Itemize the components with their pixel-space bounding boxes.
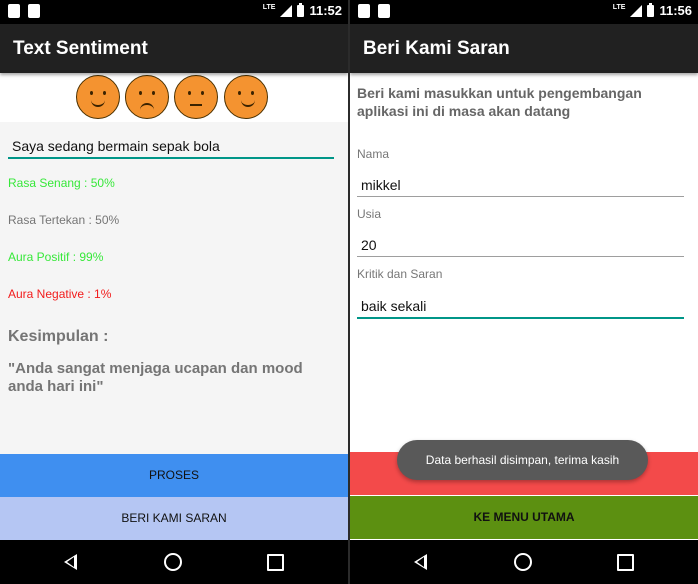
home-icon[interactable]: [514, 553, 532, 571]
suggest-button[interactable]: BERI KAMI SARAN: [0, 497, 348, 540]
nav-bar: [350, 540, 698, 584]
main-menu-button[interactable]: KE MENU UTAMA: [350, 496, 698, 539]
age-label: Usia: [357, 207, 382, 221]
emoji-row: [0, 73, 348, 122]
metric-aura-negative: Aura Negative : 1%: [8, 287, 112, 301]
nav-bar: [0, 540, 348, 584]
signal-icon: [630, 4, 643, 17]
name-label: Nama: [357, 147, 390, 161]
battery-icon: [297, 2, 305, 17]
conclusion-heading: Kesimpulan :: [8, 328, 109, 345]
network-type: LTE: [612, 4, 626, 11]
toast-message: Data berhasil disimpan, terima kasih: [397, 440, 648, 480]
home-icon[interactable]: [164, 553, 182, 571]
status-bar: LTE 11:52: [0, 0, 348, 24]
sad-face-icon: [125, 75, 169, 119]
network-type: LTE: [262, 4, 276, 11]
saran-screen: LTE 11:56 Beri Kami Saran Beri kami masu…: [350, 0, 698, 584]
signal-icon: [280, 4, 293, 17]
app-bar-title: Text Sentiment: [0, 24, 348, 73]
status-bar: LTE 11:56: [350, 0, 698, 24]
age-field[interactable]: [357, 233, 684, 257]
app-bar-title: Beri Kami Saran: [350, 24, 698, 73]
android-notification-icon: [378, 4, 390, 18]
clock: 11:52: [309, 3, 342, 18]
wink-face-icon: [224, 75, 268, 119]
neutral-face-icon: [174, 75, 218, 119]
recent-apps-icon[interactable]: [617, 554, 634, 571]
form-subtitle: Beri kami masukkan untuk pengembangan ap…: [357, 85, 642, 119]
process-button[interactable]: PROSES: [0, 454, 348, 497]
android-notification-icon: [28, 4, 40, 18]
metric-aura-positif: Aura Positif : 99%: [8, 250, 104, 264]
conclusion-text: "Anda sangat menjaga ucapan dan mood and…: [8, 360, 303, 395]
critique-label: Kritik dan Saran: [357, 267, 443, 281]
name-field[interactable]: [357, 173, 684, 197]
sentence-input[interactable]: [8, 135, 334, 159]
sentiment-screen: LTE 11:52 Text Sentiment Rasa Senang : 5…: [0, 0, 348, 584]
clock: 11:56: [659, 3, 692, 18]
happy-face-icon: [76, 75, 120, 119]
back-icon[interactable]: [64, 554, 77, 570]
sd-card-icon: [358, 4, 370, 18]
battery-icon: [647, 2, 655, 17]
metric-rasa-senang: Rasa Senang : 50%: [8, 176, 115, 190]
critique-field[interactable]: [357, 295, 684, 319]
sd-card-icon: [8, 4, 20, 18]
metric-rasa-tertekan: Rasa Tertekan : 50%: [8, 213, 120, 227]
recent-apps-icon[interactable]: [267, 554, 284, 571]
back-icon[interactable]: [414, 554, 427, 570]
